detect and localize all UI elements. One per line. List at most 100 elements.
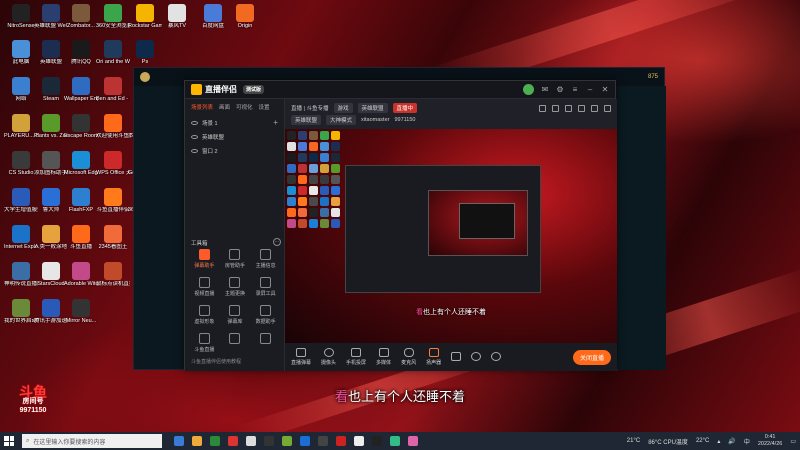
stop-live-button[interactable]: 关闭直播 xyxy=(572,349,611,365)
volume-icon[interactable]: 🔊 xyxy=(728,438,735,445)
desktop-icon[interactable]: Mirror Neu... xyxy=(64,299,98,324)
desktop-icon[interactable]: 人类一败涂地 Human Fa... xyxy=(34,225,68,250)
visibility-eye-icon[interactable] xyxy=(191,135,198,139)
desktop-icon[interactable]: Ori and the Will of th... xyxy=(96,40,130,65)
more-icon[interactable] xyxy=(604,104,611,112)
add-source-icon[interactable]: + xyxy=(273,118,278,127)
toolbox-item[interactable]: 视频直播 xyxy=(189,277,220,297)
taskbar-app-icon[interactable] xyxy=(282,436,292,446)
desktop-icon[interactable]: 英雄联盟 xyxy=(34,40,68,65)
taskbar-app-icon[interactable] xyxy=(228,436,238,446)
tab-screen[interactable]: 画面 xyxy=(219,103,230,111)
toolbox-item[interactable] xyxy=(250,333,281,353)
phone-cast-button[interactable]: 手机投屏 xyxy=(346,348,366,366)
desktop-icon[interactable]: Zombator... xyxy=(64,4,98,29)
desktop-icon[interactable]: 鼠标点读机直播 xyxy=(96,262,130,287)
stream-preview[interactable]: 看也上有个人还睡不着 xyxy=(285,129,617,343)
desktop-icon[interactable]: StarsCloud xyxy=(34,262,68,287)
toolbox-item[interactable]: 弹幕助手 xyxy=(189,249,220,269)
settings-icon[interactable]: ⚙ xyxy=(556,85,564,94)
desktop-icon[interactable]: Wallpaper Engine:... xyxy=(64,77,98,102)
desktop-icon[interactable]: Plants vs. Zombies G... xyxy=(34,114,68,139)
desktop-icon[interactable]: Ps xyxy=(128,40,162,65)
tab-scene-list[interactable]: 场景列表 xyxy=(191,103,213,111)
desktop-icon[interactable]: NitroSense xyxy=(4,4,38,29)
desktop-icon[interactable]: 360安全浏览器 xyxy=(96,4,130,29)
taskbar-search-input[interactable]: ⌕ 在这里输入你要搜索的内容 xyxy=(22,434,162,448)
desktop-icon[interactable]: 暴风TV xyxy=(160,4,194,29)
desktop-icon[interactable]: 神明传说直播版 xyxy=(4,262,38,287)
desktop-icon[interactable]: 2345看图王 xyxy=(96,225,130,250)
taskbar-app-icon[interactable] xyxy=(372,436,382,446)
desktop-icon[interactable]: Internet Explorer xyxy=(4,225,38,250)
gift-icon[interactable] xyxy=(552,104,559,112)
desktop-icon[interactable]: PLAYERU... BATTLEG... xyxy=(4,114,38,139)
windows-start-icon[interactable] xyxy=(4,436,14,446)
user-avatar[interactable] xyxy=(523,84,534,95)
mail-icon[interactable]: ✉ xyxy=(541,85,549,94)
weather-temp[interactable]: 21°C xyxy=(627,438,640,444)
taskbar-app-icon[interactable] xyxy=(192,436,202,446)
taskbar-app-icon[interactable] xyxy=(390,436,400,446)
desktop-icon[interactable]: Origin xyxy=(228,4,262,29)
desktop-icon[interactable]: 斗鱼直播 xyxy=(64,225,98,250)
people-icon[interactable] xyxy=(578,104,585,112)
network-icon[interactable]: ▴ xyxy=(717,438,720,445)
microphone-button[interactable]: 麦克风 xyxy=(401,348,416,366)
desktop-icon[interactable]: 欢迎使用斗鱼直播助手 xyxy=(96,114,130,139)
cpu-temp[interactable]: 86°C CPU温度 xyxy=(648,437,688,446)
toolbox-more-icon[interactable]: ⋯ xyxy=(273,238,281,246)
taskbar-app-icon[interactable] xyxy=(210,436,220,446)
input-language[interactable]: 中 xyxy=(744,437,750,446)
toolbox-item[interactable]: 斗鱼直播 xyxy=(189,333,220,353)
mode-chip[interactable]: 大神模式 xyxy=(326,115,357,125)
desktop-icon[interactable]: WPS Office 天天 Emlio xyxy=(96,151,130,176)
desktop-icon[interactable]: Adorable Witch xyxy=(64,262,98,287)
speaker-button[interactable]: 扬声器 xyxy=(426,348,441,366)
source-item[interactable]: 场景 1 + xyxy=(185,115,284,130)
desktop-icon[interactable]: CS Studio xyxy=(4,151,38,176)
desktop-icon[interactable]: 斗鱼直播伴侣 xyxy=(96,188,130,213)
danmaku-button[interactable]: 直播弹幕 xyxy=(291,348,311,366)
desktop-icon[interactable]: 此电脑 xyxy=(4,40,38,65)
desktop-icon[interactable]: 英雄联盟 WeGame版 xyxy=(34,4,68,29)
share-icon[interactable] xyxy=(539,104,546,112)
desktop-icon[interactable]: 我的世界启动器 xyxy=(4,299,38,324)
taskbar-app-icon[interactable] xyxy=(336,436,346,446)
desktop-icon[interactable]: Microsoft Edge xyxy=(64,151,98,176)
source-item[interactable]: 英雄联盟 xyxy=(185,130,284,144)
taskbar-clock[interactable]: 0:41 2022/4/26 xyxy=(758,434,782,448)
desktop-icon[interactable]: 百度网盘 xyxy=(196,4,230,29)
taskbar-app-icon[interactable] xyxy=(264,436,274,446)
streaming-app-window[interactable]: 直播伴侣 测试版 ✉ ⚙ ≡ – ✕ 场景列表 画面 可视化 设置 场景 1 +… xyxy=(184,80,617,371)
minimize-icon[interactable]: – xyxy=(586,85,594,94)
notification-icon[interactable]: ▭ xyxy=(790,438,796,445)
toolbox-item[interactable]: 弹幕库 xyxy=(220,305,251,325)
tab-visual[interactable]: 可视化 xyxy=(236,103,253,111)
desktop-icon[interactable]: Rockstar Games... xyxy=(128,4,162,29)
toolbox-item[interactable]: 房管助手 xyxy=(220,249,251,269)
toolbox-item[interactable]: 数据助手 xyxy=(250,305,281,325)
desktop-icon[interactable]: 添加图标助手(试用) xyxy=(34,151,68,176)
desktop-icon[interactable]: Escape Room - T... xyxy=(64,114,98,139)
window-icon[interactable] xyxy=(591,104,598,112)
category-tag[interactable]: 游戏 xyxy=(333,103,353,113)
camera-button[interactable]: 摄像头 xyxy=(321,348,336,366)
source-item[interactable]: 窗口 2 xyxy=(185,144,284,158)
visibility-eye-icon[interactable] xyxy=(191,120,198,125)
taskbar-app-icon[interactable] xyxy=(408,436,418,446)
menu-icon[interactable]: ≡ xyxy=(571,85,579,94)
taskbar-app-icon[interactable] xyxy=(246,436,256,446)
record-button[interactable] xyxy=(451,351,462,363)
desktop-icon[interactable]: FlashFXP xyxy=(64,188,98,213)
desktop-icon[interactable]: 腾讯QQ xyxy=(64,40,98,65)
visibility-eye-icon[interactable] xyxy=(191,149,198,153)
taskbar-app-icon[interactable] xyxy=(318,436,328,446)
taskbar-app-icon[interactable] xyxy=(300,436,310,446)
toolbox-item[interactable]: 虚拟形象 xyxy=(189,305,220,325)
toolbox-item[interactable] xyxy=(220,333,251,353)
room-category[interactable]: 英雄联盟 xyxy=(357,103,388,113)
desktop-icon[interactable]: Steam xyxy=(34,77,68,102)
chat-icon[interactable] xyxy=(565,104,572,112)
eye-button[interactable] xyxy=(471,351,482,363)
